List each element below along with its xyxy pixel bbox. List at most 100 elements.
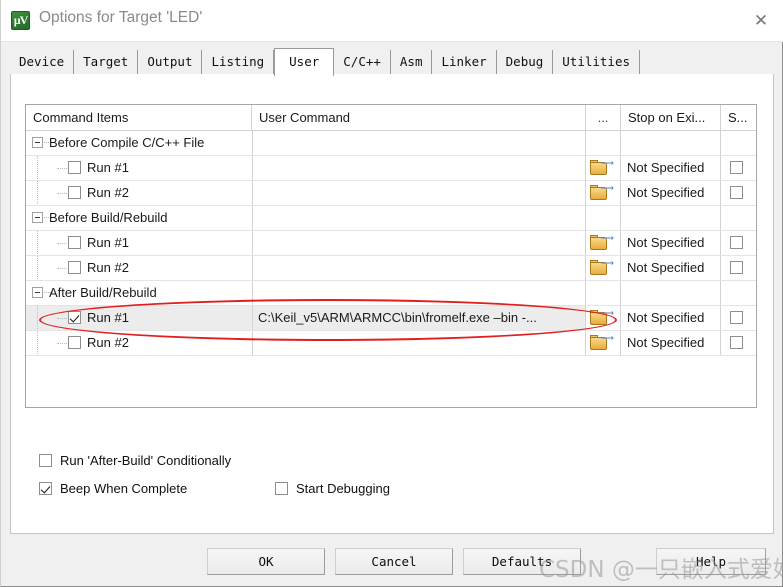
column-header-user-command[interactable]: User Command — [252, 105, 586, 130]
cell-browse[interactable] — [586, 206, 621, 230]
tab-debug[interactable]: Debug — [496, 50, 554, 74]
checkbox-s-flag[interactable] — [730, 186, 743, 199]
tab-user[interactable]: User — [274, 48, 335, 76]
checkbox-run-item[interactable] — [68, 236, 81, 249]
tab-output[interactable]: Output — [138, 50, 203, 74]
cell-browse[interactable]: ⟶ — [586, 306, 621, 330]
ok-button[interactable]: OK — [207, 548, 325, 575]
cell-command-item[interactable]: Run #2 — [26, 181, 252, 205]
column-header-stop-on-exit[interactable]: Stop on Exi... — [621, 105, 721, 130]
folder-open-icon[interactable]: ⟶ — [590, 334, 614, 351]
cell-s-flag[interactable] — [721, 281, 756, 305]
folder-open-icon[interactable]: ⟶ — [590, 234, 614, 251]
cell-command-item[interactable]: Run #2 — [26, 256, 252, 280]
help-button[interactable]: Help — [656, 548, 766, 575]
table-row[interactable]: Before Build/Rebuild — [26, 206, 756, 231]
cell-command-item[interactable]: Run #1 — [26, 231, 252, 255]
cell-user-command[interactable] — [252, 281, 586, 305]
checkbox-s-flag[interactable] — [730, 161, 743, 174]
cell-s-flag[interactable] — [721, 331, 756, 355]
checkbox-run-item[interactable] — [68, 311, 81, 324]
collapse-expand-icon[interactable] — [32, 137, 43, 148]
close-icon[interactable]: ✕ — [738, 0, 783, 41]
cell-browse[interactable]: ⟶ — [586, 181, 621, 205]
defaults-button[interactable]: Defaults — [463, 548, 581, 575]
checkbox-s-flag[interactable] — [730, 311, 743, 324]
cell-user-command[interactable] — [252, 256, 586, 280]
table-row[interactable]: Run #2 ⟶ Not Specified — [26, 331, 756, 356]
table-row[interactable]: After Build/Rebuild — [26, 281, 756, 306]
cell-s-flag[interactable] — [721, 131, 756, 155]
checkbox-run-item[interactable] — [68, 261, 81, 274]
cell-s-flag[interactable] — [721, 306, 756, 330]
tab-asm[interactable]: Asm — [390, 50, 433, 74]
cell-stop-on-exit[interactable] — [621, 206, 721, 230]
column-header-dots[interactable]: ... — [586, 105, 621, 130]
checkbox-start-debugging[interactable] — [275, 482, 288, 495]
checkbox-run-item[interactable] — [68, 161, 81, 174]
cell-user-command[interactable] — [252, 181, 586, 205]
cell-s-flag[interactable] — [721, 181, 756, 205]
cell-browse[interactable]: ⟶ — [586, 231, 621, 255]
cell-browse[interactable]: ⟶ — [586, 331, 621, 355]
table-row[interactable]: Before Compile C/C++ File — [26, 131, 756, 156]
folder-open-icon[interactable]: ⟶ — [590, 159, 614, 176]
tab-target[interactable]: Target — [74, 50, 139, 74]
cell-stop-on-exit[interactable] — [621, 131, 721, 155]
cell-stop-on-exit[interactable]: Not Specified — [621, 306, 721, 330]
cell-command-item[interactable]: After Build/Rebuild — [26, 281, 252, 305]
cell-stop-on-exit[interactable] — [621, 281, 721, 305]
cell-s-flag[interactable] — [721, 256, 756, 280]
cell-browse[interactable]: ⟶ — [586, 256, 621, 280]
checkbox-run-after-build-conditionally[interactable] — [39, 454, 52, 467]
tab-linker[interactable]: Linker — [432, 50, 497, 74]
tab-c-c[interactable]: C/C++ — [334, 50, 391, 74]
cell-s-flag[interactable] — [721, 231, 756, 255]
option-label: Beep When Complete — [60, 481, 188, 496]
table-row[interactable]: Run #1 ⟶ Not Specified — [26, 231, 756, 256]
cell-s-flag[interactable] — [721, 206, 756, 230]
checkbox-run-item[interactable] — [68, 186, 81, 199]
tab-device[interactable]: Device — [10, 50, 75, 74]
collapse-expand-icon[interactable] — [32, 287, 43, 298]
cell-browse[interactable] — [586, 131, 621, 155]
tab-utilities[interactable]: Utilities — [553, 50, 641, 74]
table-row[interactable]: Run #1 ⟶ Not Specified — [26, 156, 756, 181]
cell-s-flag[interactable] — [721, 156, 756, 180]
tab-listing[interactable]: Listing — [202, 50, 275, 74]
cell-command-item[interactable]: Run #1 — [26, 156, 252, 180]
cell-command-item[interactable]: Before Build/Rebuild — [26, 206, 252, 230]
cell-user-command[interactable] — [252, 231, 586, 255]
table-row[interactable]: Run #1 C:\Keil_v5\ARM\ARMCC\bin\fromelf.e… — [26, 306, 756, 331]
cell-browse[interactable]: ⟶ — [586, 156, 621, 180]
cell-stop-on-exit[interactable]: Not Specified — [621, 231, 721, 255]
cell-stop-on-exit[interactable]: Not Specified — [621, 256, 721, 280]
cell-user-command[interactable]: C:\Keil_v5\ARM\ARMCC\bin\fromelf.exe –bi… — [252, 306, 586, 330]
folder-open-icon[interactable]: ⟶ — [590, 184, 614, 201]
cell-browse[interactable] — [586, 281, 621, 305]
table-row[interactable]: Run #2 ⟶ Not Specified — [26, 256, 756, 281]
table-row[interactable]: Run #2 ⟶ Not Specified — [26, 181, 756, 206]
cell-command-item[interactable]: Run #2 — [26, 331, 252, 355]
checkbox-s-flag[interactable] — [730, 336, 743, 349]
checkbox-run-item[interactable] — [68, 336, 81, 349]
cell-command-item[interactable]: Run #1 — [26, 306, 252, 330]
column-header-s[interactable]: S... — [721, 105, 756, 130]
checkbox-s-flag[interactable] — [730, 236, 743, 249]
folder-open-icon[interactable]: ⟶ — [590, 259, 614, 276]
checkbox-s-flag[interactable] — [730, 261, 743, 274]
cell-user-command[interactable] — [252, 156, 586, 180]
folder-open-icon[interactable]: ⟶ — [590, 309, 614, 326]
collapse-expand-icon[interactable] — [32, 212, 43, 223]
command-items-table[interactable]: Command Items User Command ... Stop on E… — [25, 104, 757, 408]
cell-stop-on-exit[interactable]: Not Specified — [621, 156, 721, 180]
cancel-button[interactable]: Cancel — [335, 548, 453, 575]
cell-user-command[interactable] — [252, 131, 586, 155]
checkbox-beep-when-complete[interactable] — [39, 482, 52, 495]
column-header-command-items[interactable]: Command Items — [26, 105, 252, 130]
cell-command-item[interactable]: Before Compile C/C++ File — [26, 131, 252, 155]
cell-stop-on-exit[interactable]: Not Specified — [621, 331, 721, 355]
cell-stop-on-exit[interactable]: Not Specified — [621, 181, 721, 205]
cell-user-command[interactable] — [252, 331, 586, 355]
cell-user-command[interactable] — [252, 206, 586, 230]
